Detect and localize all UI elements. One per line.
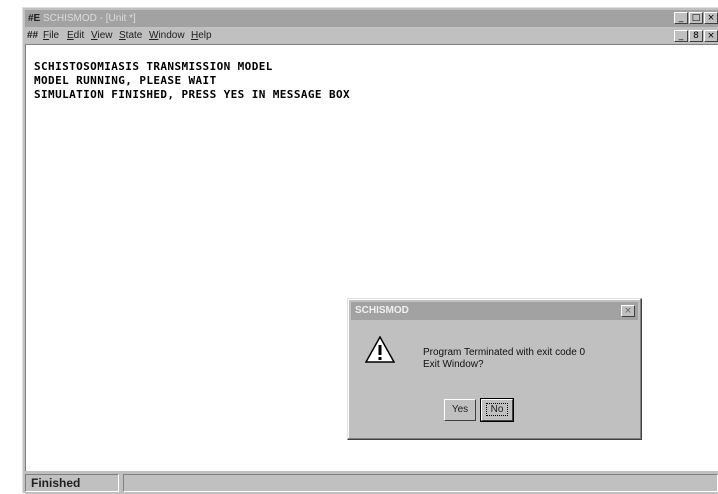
menu-window[interactable]: Window xyxy=(149,28,185,44)
menu-help[interactable]: Help xyxy=(191,28,212,44)
child-close-button[interactable]: × xyxy=(704,30,718,42)
maximize-button[interactable]: □ xyxy=(689,12,703,24)
dialog-message-line2: Exit Window? xyxy=(423,359,484,370)
status-text: Finished xyxy=(25,474,119,492)
console-line: SCHISTOSOMIASIS TRANSMISSION MODEL xyxy=(34,60,273,73)
no-button-label: No xyxy=(485,403,509,416)
menu-file[interactable]: File xyxy=(43,28,59,44)
document-icon[interactable]: ## xyxy=(27,28,38,44)
child-restore-button[interactable]: 8 xyxy=(689,30,703,42)
menu-view[interactable]: View xyxy=(91,28,113,44)
warning-icon xyxy=(365,336,395,363)
yes-button[interactable]: Yes xyxy=(444,399,476,421)
status-bar: Finished xyxy=(25,472,718,494)
close-button[interactable]: × xyxy=(704,12,718,24)
menu-edit[interactable]: Edit xyxy=(67,28,84,44)
menu-state[interactable]: State xyxy=(119,28,142,44)
console-line: SIMULATION FINISHED, PRESS YES IN MESSAG… xyxy=(34,88,351,101)
title-bar[interactable]: #E SCHISMOD - [Unit *] _ □ × xyxy=(25,10,718,27)
status-panel-secondary xyxy=(123,474,718,492)
minimize-button[interactable]: _ xyxy=(674,12,688,24)
console-line: MODEL RUNNING, PLEASE WAIT xyxy=(34,74,217,87)
child-window-controls: _ 8 × xyxy=(674,30,718,42)
menu-bar: ## File Edit View State Window Help _ 8 … xyxy=(25,28,718,44)
app-icon[interactable]: #E xyxy=(28,13,40,24)
no-button[interactable]: No xyxy=(480,398,514,422)
child-minimize-button[interactable]: _ xyxy=(674,30,688,42)
dialog-message-line1: Program Terminated with exit code 0 xyxy=(423,347,586,358)
dialog-title: SCHISMOD xyxy=(355,305,409,316)
dialog-close-icon[interactable]: × xyxy=(621,305,635,317)
window-controls: _ □ × xyxy=(674,12,718,24)
window-title: SCHISMOD - [Unit *] xyxy=(43,13,136,24)
yes-button-label: Yes xyxy=(451,404,469,415)
message-dialog: SCHISMOD × Program Terminated with exit … xyxy=(347,298,642,440)
dialog-title-bar[interactable]: SCHISMOD × xyxy=(351,302,638,320)
